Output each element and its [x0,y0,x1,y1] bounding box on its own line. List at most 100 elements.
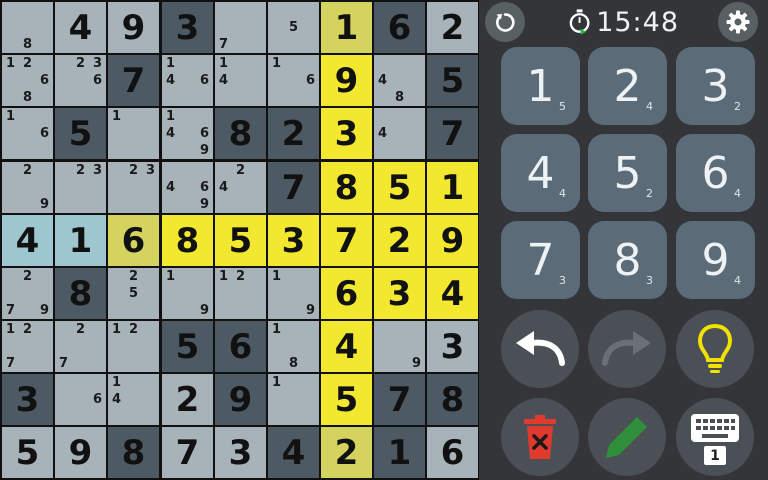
sudoku-cell-r5c6[interactable]: 3 [268,215,319,266]
sudoku-cell-r8c4[interactable]: 2 [162,374,213,425]
sudoku-cell-r6c4[interactable]: 19 [162,268,213,319]
sudoku-cell-r6c9[interactable]: 4 [427,268,478,319]
sudoku-cell-r3c6[interactable]: 2 [268,108,319,159]
sudoku-cell-r3c8[interactable]: 4 [374,108,425,159]
sudoku-cell-r7c4[interactable]: 5 [162,321,213,372]
sudoku-cell-r3c1[interactable]: 16 [2,108,53,159]
number-button-7[interactable]: 73 [501,221,580,299]
hint-button[interactable] [676,310,754,388]
sudoku-cell-r4c9[interactable]: 1 [427,162,478,213]
sudoku-cell-r5c3[interactable]: 6 [108,215,159,266]
sudoku-cell-r4c1[interactable]: 29 [2,162,53,213]
sudoku-cell-r4c7[interactable]: 8 [321,162,372,213]
sudoku-cell-r6c3[interactable]: 25 [108,268,159,319]
cell-notes: 18 [268,321,319,372]
sudoku-cell-r6c8[interactable]: 3 [374,268,425,319]
settings-button[interactable] [718,2,758,42]
sudoku-cell-r2c7[interactable]: 9 [321,55,372,106]
sudoku-cell-r1c9[interactable]: 2 [427,2,478,53]
sudoku-cell-r6c2[interactable]: 8 [55,268,106,319]
sudoku-cell-r1c5[interactable]: 7 [215,2,266,53]
sudoku-cell-r5c4[interactable]: 8 [162,215,213,266]
sudoku-cell-r7c7[interactable]: 4 [321,321,372,372]
sudoku-cell-r9c7[interactable]: 2 [321,427,372,478]
erase-button[interactable] [501,398,579,476]
sudoku-cell-r4c3[interactable]: 23 [108,162,159,213]
sudoku-cell-r4c6[interactable]: 7 [268,162,319,213]
sudoku-cell-r7c6[interactable]: 18 [268,321,319,372]
sudoku-cell-r1c1[interactable]: 8 [2,2,53,53]
sudoku-cell-r8c5[interactable]: 9 [215,374,266,425]
sudoku-cell-r8c6[interactable]: 1 [268,374,319,425]
sudoku-cell-r3c5[interactable]: 8 [215,108,266,159]
sudoku-cell-r8c8[interactable]: 7 [374,374,425,425]
sudoku-cell-r2c9[interactable]: 5 [427,55,478,106]
sudoku-cell-r8c9[interactable]: 8 [427,374,478,425]
sudoku-cell-r9c9[interactable]: 6 [427,427,478,478]
sudoku-cell-r1c8[interactable]: 6 [374,2,425,53]
number-button-6[interactable]: 64 [676,134,755,212]
sudoku-cell-r3c4[interactable]: 14 69 [162,108,213,159]
sudoku-cell-r7c1[interactable]: 12 7 [2,321,53,372]
sudoku-cell-r8c1[interactable]: 3 [2,374,53,425]
sudoku-cell-r1c4[interactable]: 3 [162,2,213,53]
redo-button[interactable] [588,310,666,388]
sudoku-cell-r7c8[interactable]: 9 [374,321,425,372]
sudoku-cell-r2c6[interactable]: 16 [268,55,319,106]
sudoku-cell-r2c2[interactable]: 236 [55,55,106,106]
undo-button[interactable] [501,310,579,388]
sudoku-cell-r4c2[interactable]: 23 [55,162,106,213]
sudoku-cell-r2c5[interactable]: 14 [215,55,266,106]
pencil-button[interactable] [588,398,666,476]
sudoku-cell-r6c1[interactable]: 2 7 9 [2,268,53,319]
sudoku-cell-r2c3[interactable]: 7 [108,55,159,106]
sudoku-cell-r5c5[interactable]: 5 [215,215,266,266]
sudoku-cell-r4c8[interactable]: 5 [374,162,425,213]
number-button-2[interactable]: 24 [588,47,667,125]
sudoku-cell-r5c7[interactable]: 7 [321,215,372,266]
sudoku-cell-r7c2[interactable]: 27 [55,321,106,372]
sudoku-cell-r3c9[interactable]: 7 [427,108,478,159]
sudoku-cell-r2c1[interactable]: 1268 [2,55,53,106]
sudoku-cell-r6c7[interactable]: 6 [321,268,372,319]
sudoku-cell-r2c4[interactable]: 14 6 [162,55,213,106]
sudoku-cell-r7c5[interactable]: 6 [215,321,266,372]
sudoku-cell-r9c5[interactable]: 3 [215,427,266,478]
input-mode-button[interactable]: 1 [676,398,754,476]
sudoku-cell-r3c2[interactable]: 5 [55,108,106,159]
number-button-5[interactable]: 52 [588,134,667,212]
sudoku-cell-r6c6[interactable]: 19 [268,268,319,319]
number-button-8[interactable]: 83 [588,221,667,299]
sudoku-cell-r5c8[interactable]: 2 [374,215,425,266]
number-button-3[interactable]: 32 [676,47,755,125]
sudoku-cell-r4c5[interactable]: 24 [215,162,266,213]
sudoku-cell-r8c7[interactable]: 5 [321,374,372,425]
sudoku-cell-r1c3[interactable]: 9 [108,2,159,53]
sudoku-cell-r3c3[interactable]: 1 [108,108,159,159]
number-button-9[interactable]: 94 [676,221,755,299]
sudoku-cell-r7c9[interactable]: 3 [427,321,478,372]
number-button-4[interactable]: 44 [501,134,580,212]
sudoku-cell-r1c6[interactable]: 5 [268,2,319,53]
sudoku-cell-r1c7[interactable]: 1 [321,2,372,53]
sudoku-cell-r8c3[interactable]: 14 [108,374,159,425]
sudoku-cell-r5c9[interactable]: 9 [427,215,478,266]
sudoku-cell-r4c4[interactable]: 4 69 [162,162,213,213]
number-button-1[interactable]: 15 [501,47,580,125]
sudoku-cell-r9c4[interactable]: 7 [162,427,213,478]
sudoku-cell-r9c6[interactable]: 4 [268,427,319,478]
sudoku-cell-r2c8[interactable]: 48 [374,55,425,106]
cell-notes: 19 [162,268,213,319]
sudoku-cell-r6c5[interactable]: 12 [215,268,266,319]
restart-button[interactable] [485,2,525,42]
sudoku-cell-r5c2[interactable]: 1 [55,215,106,266]
sudoku-cell-r3c7[interactable]: 3 [321,108,372,159]
sudoku-cell-r7c3[interactable]: 12 [108,321,159,372]
sudoku-cell-r9c1[interactable]: 5 [2,427,53,478]
sudoku-cell-r9c8[interactable]: 1 [374,427,425,478]
sudoku-cell-r1c2[interactable]: 4 [55,2,106,53]
sudoku-cell-r9c2[interactable]: 9 [55,427,106,478]
sudoku-cell-r8c2[interactable]: 6 [55,374,106,425]
sudoku-cell-r5c1[interactable]: 4 [2,215,53,266]
sudoku-cell-r9c3[interactable]: 8 [108,427,159,478]
